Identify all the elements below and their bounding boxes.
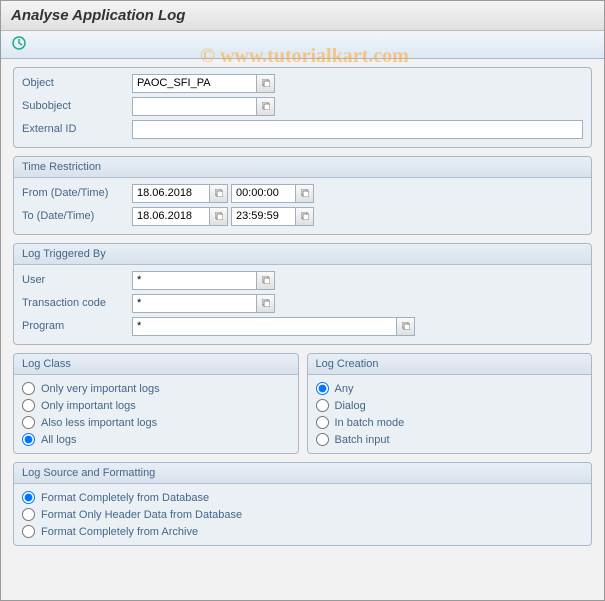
page-title: Analyse Application Log [1,1,604,31]
log-class-very-important-label[interactable]: Only very important logs [41,383,160,395]
log-class-important-radio[interactable] [22,399,35,412]
to-time-f4-button[interactable] [296,207,314,226]
log-creation-dialog-radio[interactable] [316,399,329,412]
log-class-panel: Log Class Only very important logs Only … [13,353,299,454]
log-class-less-important-radio[interactable] [22,416,35,429]
log-class-important-label[interactable]: Only important logs [41,400,136,412]
user-label: User [22,274,132,286]
log-class-very-important-radio[interactable] [22,382,35,395]
log-class-less-important-label[interactable]: Also less important logs [41,417,157,429]
from-date-input[interactable] [132,184,210,203]
log-class-header: Log Class [14,354,298,375]
program-input[interactable] [132,317,397,336]
to-time-input[interactable] [231,207,296,226]
log-creation-batch-input-label[interactable]: Batch input [335,434,390,446]
toolbar [1,31,604,59]
log-source-db-header-label[interactable]: Format Only Header Data from Database [41,509,242,521]
log-source-db-full-label[interactable]: Format Completely from Database [41,492,209,504]
tcode-label: Transaction code [22,297,132,309]
log-creation-header: Log Creation [308,354,592,375]
log-source-panel: Log Source and Formatting Format Complet… [13,462,592,546]
log-creation-batch-label[interactable]: In batch mode [335,417,405,429]
object-input[interactable] [132,74,257,93]
log-source-db-full-radio[interactable] [22,491,35,504]
log-triggered-header: Log Triggered By [14,244,591,265]
external-id-input[interactable] [132,120,583,139]
object-f4-button[interactable] [257,74,275,93]
user-input[interactable] [132,271,257,290]
object-panel: Object Subobject External ID [13,67,592,148]
tcode-f4-button[interactable] [257,294,275,313]
to-label: To (Date/Time) [22,210,132,222]
log-source-db-header-radio[interactable] [22,508,35,521]
log-source-archive-radio[interactable] [22,525,35,538]
external-id-label: External ID [22,123,132,135]
time-restriction-panel: Time Restriction From (Date/Time) To (Da… [13,156,592,235]
log-class-all-radio[interactable] [22,433,35,446]
log-source-archive-label[interactable]: Format Completely from Archive [41,526,198,538]
execute-icon[interactable] [11,35,27,51]
subobject-input[interactable] [132,97,257,116]
time-restriction-header: Time Restriction [14,157,591,178]
log-class-all-label[interactable]: All logs [41,434,76,446]
to-date-f4-button[interactable] [210,207,228,226]
from-time-f4-button[interactable] [296,184,314,203]
log-source-header: Log Source and Formatting [14,463,591,484]
log-triggered-panel: Log Triggered By User Transaction code P… [13,243,592,345]
program-label: Program [22,320,132,332]
from-date-f4-button[interactable] [210,184,228,203]
object-label: Object [22,77,132,89]
log-creation-any-label[interactable]: Any [335,383,354,395]
log-creation-batch-input-radio[interactable] [316,433,329,446]
log-creation-any-radio[interactable] [316,382,329,395]
log-creation-batch-radio[interactable] [316,416,329,429]
log-creation-dialog-label[interactable]: Dialog [335,400,366,412]
subobject-f4-button[interactable] [257,97,275,116]
from-label: From (Date/Time) [22,187,132,199]
tcode-input[interactable] [132,294,257,313]
subobject-label: Subobject [22,100,132,112]
to-date-input[interactable] [132,207,210,226]
program-f4-button[interactable] [397,317,415,336]
from-time-input[interactable] [231,184,296,203]
log-creation-panel: Log Creation Any Dialog In batch mode Ba… [307,353,593,454]
user-f4-button[interactable] [257,271,275,290]
